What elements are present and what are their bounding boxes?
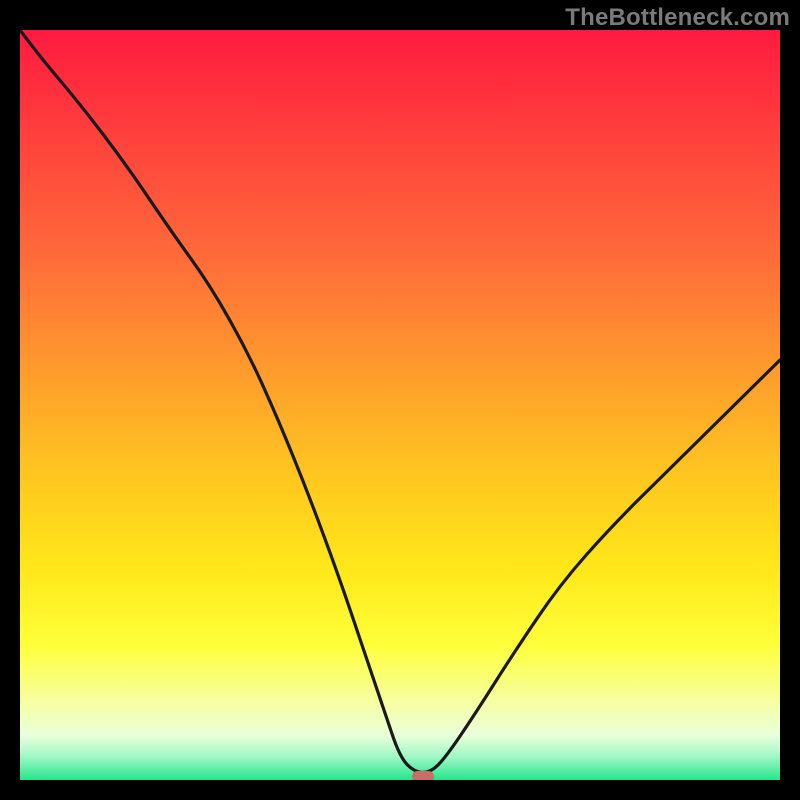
plot-area: [20, 30, 780, 780]
chart-container: TheBottleneck.com: [0, 0, 800, 800]
watermark-label: TheBottleneck.com: [565, 4, 790, 32]
bottleneck-curve: [20, 30, 780, 773]
minimum-marker: [412, 771, 434, 780]
curve-svg: [20, 30, 780, 780]
